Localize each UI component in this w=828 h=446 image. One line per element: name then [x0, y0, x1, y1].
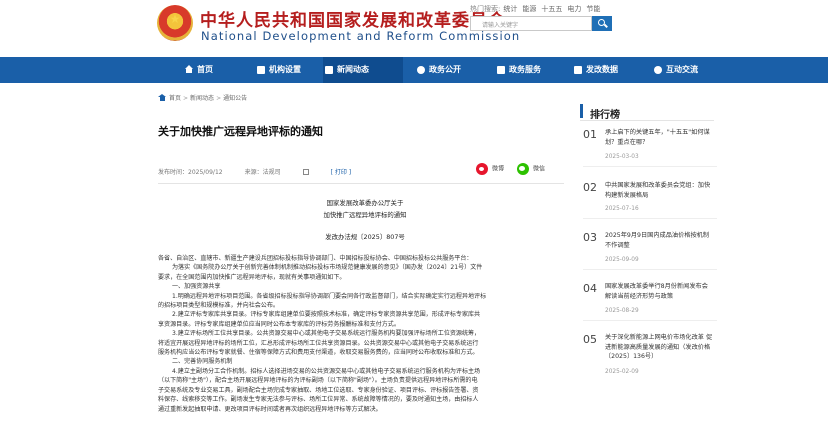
rank-number: 01: [583, 128, 597, 141]
search-button[interactable]: [592, 16, 612, 31]
publish-time: 发布时间：2025/09/12: [158, 169, 223, 176]
doc-number: 发改办法规〔2025〕807号: [325, 233, 405, 241]
body-line: 1.明确远程异地评标项目范围。各省级招标投标指导协调部门要会同各行政监督部门，结…: [172, 292, 487, 300]
body-line: 将适宜开展远程异地评标的场所工位，汇总形成评标场所工位共享资源目录。公共资源交易…: [158, 339, 479, 347]
open-icon: [417, 66, 425, 74]
section-heading: 一、加强资源共享: [172, 283, 221, 291]
printer-icon: [302, 169, 309, 175]
body-line: 料保存、线索移交等工作。副场发生专家无法参与评标、场所工位异常、系统故障等情况的…: [158, 396, 479, 404]
house-icon: [185, 65, 193, 73]
breadcrumb-news[interactable]: 新闻动态: [190, 95, 214, 102]
article-title: 关于加快推广远程异地评标的通知: [158, 125, 323, 138]
rank-title[interactable]: 关于深化新能源上网电价市场化改革 促进新能源高质量发展的通知（发改价格〔2025…: [605, 333, 715, 362]
rank-date: 2025-03-03: [605, 154, 639, 160]
breadcrumb: 首页 > 新闻动态 > 通知公告: [158, 93, 247, 102]
doc-issuer-line-2: 加快推广远程异地评标的通知: [323, 211, 407, 219]
news-icon: [325, 66, 333, 74]
body-line: 3.建立评标场所工位共享目录。公共资源交易中心或其他电子交易系统运行服务机构要加…: [172, 330, 481, 338]
sidebar-accent: [580, 104, 583, 118]
body-line: 2.建立评标专家库共享目录。评标专家库组建单位要按照技术标准，确定评标专家资源共…: [172, 311, 481, 319]
hot-search-term[interactable]: 十五五: [541, 5, 562, 13]
rank-title[interactable]: 2025年9月9日国内成品油价格按机制不作调整: [605, 231, 715, 250]
section-heading: 二、完善协同服务机制: [172, 358, 233, 366]
rank-number: 04: [583, 282, 597, 295]
nav-services[interactable]: 政务服务: [495, 57, 541, 83]
share-wechat-button[interactable]: 微信: [517, 163, 545, 175]
article-body: 各省、自治区、直辖市、新疆生产建设兵团招标投标指导协调部门、中国招标投标协会、中…: [158, 254, 562, 414]
hot-search-term[interactable]: 节能: [586, 5, 600, 13]
print-button[interactable]: [ 打印 ]: [302, 169, 374, 176]
article-meta: 发布时间：2025/09/12 来源：法规司 [ 打印 ]: [158, 167, 395, 176]
service-icon: [497, 66, 505, 74]
article-source: 来源：法规司: [244, 169, 281, 176]
rank-date: 2025-07-16: [605, 206, 639, 212]
hot-searches: 热门搜索: 统计 能源 十五五 电力 节能: [470, 4, 605, 14]
site-title-cn[interactable]: 中华人民共和国国家发展和改革委员会: [200, 6, 506, 31]
sidebar-title: 排行榜: [590, 110, 620, 121]
site-header: ★ 中华人民共和国国家发展和改革委员会 National Development…: [0, 0, 828, 57]
body-line: 的招标项目类型和规模标准，并向社会公布。: [158, 302, 279, 310]
body-line: 要求，在全国范围内加快推广远程异地评标，现就有关事项通知如下。: [158, 273, 346, 281]
hot-search-label: 热门搜索:: [470, 5, 501, 13]
rank-date: 2025-09-09: [605, 257, 639, 263]
rank-number: 05: [583, 333, 597, 346]
body-line: 4.建立主副场分工合作机制。招标人选择进场交易的公共资源交易中心或其他电子交易系…: [172, 367, 481, 375]
body-line: 各省、自治区、直辖市、新疆生产建设兵团招标投标指导协调部门、中国招标投标协会、中…: [158, 255, 473, 262]
rank-title[interactable]: 国家发展改革委举行8月份新闻发布会 解读当前经济形势与政策: [605, 282, 715, 301]
body-line: 为落实《国务院办公厅关于创新完善体制机制推动招标投标市场规范健康发展的意见》（国…: [172, 264, 483, 272]
body-line: 享资源目录。评标专家库组建单位应当同时公布本专家库的评标劳务报酬标准和支付方式。: [158, 320, 400, 328]
doc-issuer-line-1: 国家发展改革委办公厅关于: [326, 199, 404, 207]
home-icon[interactable]: [158, 94, 166, 101]
body-line: （以下简称"主场"），配合主场开展远程异地评标的为评标副场（以下简称"副场"）。…: [158, 377, 478, 385]
nav-interaction[interactable]: 互动交流: [652, 57, 698, 83]
hot-search-term[interactable]: 统计: [503, 5, 517, 13]
search-input[interactable]: 请输入关键字: [470, 16, 592, 31]
hot-search-term[interactable]: 电力: [567, 5, 581, 13]
hot-search-term[interactable]: 能源: [522, 5, 536, 13]
nav-home[interactable]: 首页: [183, 57, 213, 83]
rank-number: 03: [583, 231, 597, 244]
breadcrumb-notices[interactable]: 通知公告: [223, 95, 247, 102]
nav-data[interactable]: 发改数据: [572, 57, 618, 83]
site-title-en[interactable]: National Development and Reform Commissi…: [201, 29, 520, 43]
national-emblem-icon[interactable]: ★: [157, 5, 193, 41]
body-line: 服务机构应当公布评标专家就餐、住宿等保障方式和费用支付渠道，收取交易服务费的，应…: [158, 349, 479, 357]
body-line: 子交易系统及专业交易工具，副场配合主场完成专家抽取、场地工位选取、专家身份验证、…: [158, 386, 479, 394]
data-icon: [574, 66, 582, 74]
rank-date: 2025-02-09: [605, 369, 639, 375]
divider: [158, 183, 564, 184]
chat-icon: [654, 66, 662, 74]
rank-date: 2025-08-29: [605, 308, 639, 314]
main-nav: 首页 机构设置 新闻动态 政务公开 政务服务 发改数据 互动交流: [0, 57, 828, 83]
nav-government-affairs[interactable]: 政务公开: [415, 57, 461, 83]
breadcrumb-home[interactable]: 首页: [169, 95, 181, 102]
nav-news[interactable]: 新闻动态: [323, 57, 403, 83]
wechat-icon: [517, 163, 529, 175]
nav-organization[interactable]: 机构设置: [255, 57, 301, 83]
rank-title[interactable]: 承上启下的关键五年，"十五五"如何谋划？重点在哪？: [605, 128, 715, 147]
org-icon: [257, 66, 265, 74]
share-weibo-button[interactable]: 微博: [476, 163, 504, 175]
body-line: 通过重新发起抽取申请、更改项目评标时间或者再次组织远程异地评标等方式解决。: [158, 405, 382, 413]
sidebar-divider: [580, 120, 714, 121]
rank-number: 02: [583, 181, 597, 194]
rank-title[interactable]: 中共国家发展和改革委员会党组：加快构建新发展格局: [605, 181, 715, 200]
weibo-icon: [476, 163, 488, 175]
